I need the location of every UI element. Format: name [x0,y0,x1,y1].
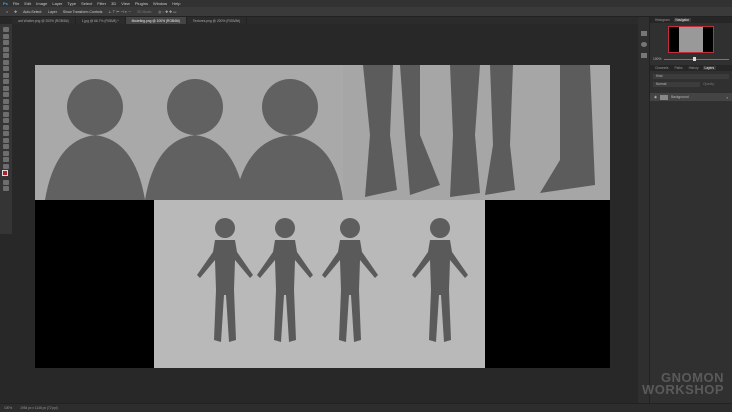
zoom-slider[interactable] [664,57,729,61]
status-zoom[interactable]: 100% [4,406,12,410]
path-select-icon[interactable] [3,137,9,143]
navigator-preview[interactable] [668,26,714,53]
status-doc-info: 1954 px x 1146 px (72 ppi) [20,406,58,410]
status-bar: 100% 1954 px x 1146 px (72 ppi) [0,403,732,412]
menu-help[interactable]: Help [172,1,180,6]
tab-channels[interactable]: Channels [653,66,670,70]
right-panels: Histogram Navigator 100% Channels Paths … [650,17,732,403]
menu-view[interactable]: View [121,1,130,6]
opacity-field[interactable]: Opacity: [703,82,729,87]
tab-navigator[interactable]: Navigator [673,18,692,22]
marquee-tool-icon[interactable] [3,33,9,39]
tab-histogram[interactable]: Histogram [653,18,672,22]
zoom-value[interactable]: 100% [653,57,661,61]
pen-tool-icon[interactable] [3,124,9,130]
document-canvas[interactable] [35,65,610,368]
3d-mode-label: 3D Mode: [137,9,153,14]
more-tools-icon[interactable] [3,163,9,169]
blend-mode-select[interactable]: Normal [653,82,700,87]
tab-history[interactable]: History [687,66,701,70]
document-tabs: ard Wolder.png @ 200% (RGB/8#) 1.jpg @ 6… [12,17,638,24]
color-swatches[interactable] [2,170,10,178]
3d-icons[interactable]: ◎ ◌ ✥ ✥ ▭ [158,10,176,14]
tab-paths[interactable]: Paths [672,66,684,70]
quick-select-tool-icon[interactable] [3,46,9,52]
blur-tool-icon[interactable] [3,111,9,117]
tools-panel [0,24,12,234]
move-tool-icon[interactable] [3,27,9,32]
menu-select[interactable]: Select [81,1,92,6]
quick-mask-icon[interactable] [3,179,9,185]
ps-logo-icon: Ps [3,1,8,6]
lock-icon: ▪ [726,94,728,100]
tab-layers[interactable]: Layers [702,66,717,70]
eyedropper-tool-icon[interactable] [3,66,9,71]
properties-icon[interactable] [641,53,647,58]
layer-name: Background [671,95,689,99]
visibility-eye-icon[interactable]: ◉ [654,95,657,99]
menu-image[interactable]: Image [36,1,47,6]
menu-bar: Ps File Edit Image Layer Type Select Fil… [0,0,732,7]
brush-tool-icon[interactable] [3,79,9,84]
options-bar: ⌂ ✥ Auto-Select: Layer Show Transform Co… [0,7,732,17]
zoom-tool-icon[interactable] [3,157,9,162]
show-transform-checkbox[interactable]: Show Transform Controls [63,10,103,14]
healing-tool-icon[interactable] [3,72,9,78]
tab-doc-1[interactable]: ard Wolder.png @ 200% (RGB/8#) [12,17,76,24]
helmet-busts [45,79,343,200]
menu-3d[interactable]: 3D [111,1,116,6]
screen-mode-icon[interactable] [3,186,9,191]
hand-tool-icon[interactable] [3,150,9,156]
layer-row-background[interactable]: ◉ Background ▪ [650,93,732,101]
menu-filter[interactable]: Filter [97,1,106,6]
auto-select-checkbox[interactable]: Auto-Select: [23,10,42,14]
dodge-tool-icon[interactable] [3,118,9,123]
tab-doc-2[interactable]: 1.jpg @ 66.7% (RGB/8) * [76,17,126,24]
home-icon[interactable]: ⌂ [6,10,8,14]
frame-tool-icon[interactable] [3,59,9,65]
shape-tool-icon[interactable] [3,144,9,149]
stamp-tool-icon[interactable] [3,85,9,91]
menu-layer[interactable]: Layer [52,1,62,6]
gnomon-watermark: GNOMON WORKSHOP [642,371,724,397]
watermark-line-2: WORKSHOP [642,382,724,397]
menu-type[interactable]: Type [67,1,76,6]
layer-thumbnail [660,94,669,100]
history-brush-icon[interactable] [3,92,9,97]
move-tool-icon[interactable]: ✥ [14,10,17,14]
menu-plugins[interactable]: Plugins [135,1,148,6]
layer-filter-kind[interactable]: Kind [653,74,729,79]
menu-edit[interactable]: Edit [24,1,31,6]
artwork-image [35,65,610,368]
eraser-tool-icon[interactable] [3,98,9,104]
adjustments-icon[interactable] [641,42,647,47]
gradient-tool-icon[interactable] [3,105,9,110]
layer-select[interactable]: Layer [48,10,57,14]
align-icons[interactable]: ⊥ ⊤ ⊢ ⊣ ≡ ⋯ [108,10,131,14]
menu-window[interactable]: Window [153,1,167,6]
lasso-tool-icon[interactable] [3,40,9,45]
navigator-tabs: Histogram Navigator [650,17,732,23]
type-tool-icon[interactable] [3,131,9,136]
zoom-row: 100% [650,53,732,65]
panel-icon-column [638,17,650,403]
tab-textures[interactable]: Textures.png @ 200% (RGB/8#) [187,17,248,24]
menu-file[interactable]: File [13,1,19,6]
libraries-icon[interactable] [641,31,647,36]
tab-modeling[interactable]: Modeling.png @ 100% (RGB/8#) [125,17,187,24]
layers-tabs: Channels Paths History Layers [650,65,732,71]
crop-tool-icon[interactable] [3,53,9,58]
